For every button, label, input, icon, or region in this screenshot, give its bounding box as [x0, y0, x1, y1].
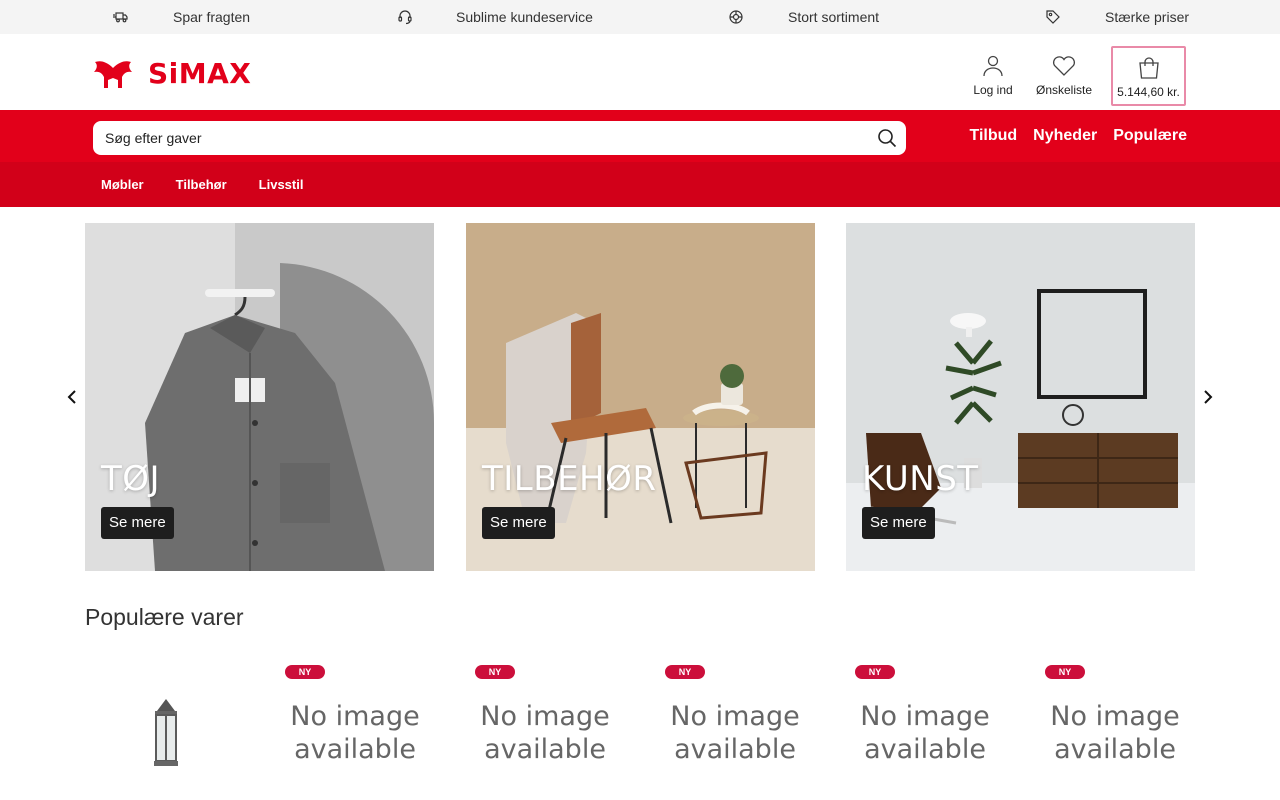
site-header: SiMAX Log ind Ønskeliste 5.144,60 kr. [0, 34, 1280, 110]
search-icon[interactable] [877, 128, 897, 148]
no-image-placeholder: No image available [670, 701, 800, 765]
cart-total: 5.144,60 kr. [1117, 85, 1180, 99]
usp-item-service: Sublime kundeservice [397, 0, 593, 34]
product-card[interactable]: NY No image available [855, 660, 1015, 800]
category-carousel: TØJ Se mere TILBEHØR Se mere KUNST Se me… [0, 223, 1280, 571]
no-image-placeholder: No image available [480, 701, 610, 765]
product-card[interactable]: NY No image available [1045, 660, 1205, 800]
carousel-tile-accessories[interactable]: TILBEHØR Se mere [466, 223, 815, 571]
cart-button[interactable]: 5.144,60 kr. [1111, 46, 1186, 106]
quick-link-offers[interactable]: Tilbud [969, 127, 1017, 145]
lantern-icon [154, 699, 178, 766]
headset-icon [397, 9, 413, 25]
new-badge: NY [1045, 665, 1085, 679]
search-box [93, 121, 906, 155]
usp-item-shipping: Spar fragten [112, 0, 250, 34]
quick-link-popular[interactable]: Populære [1113, 127, 1187, 145]
see-more-button[interactable]: Se mere [482, 507, 555, 539]
new-badge: NY [475, 665, 515, 679]
delivery-truck-icon [112, 9, 128, 25]
product-card[interactable]: NY No image available [475, 660, 635, 800]
search-input[interactable] [105, 130, 845, 146]
shopping-bag-icon [1135, 54, 1163, 82]
quick-link-news[interactable]: Nyheder [1033, 127, 1097, 145]
usp-label: Stort sortiment [788, 9, 880, 25]
carousel-prev-icon[interactable] [64, 388, 80, 406]
usp-label: Sublime kundeservice [456, 9, 593, 25]
wishlist-label: Ønskeliste [1035, 83, 1093, 97]
usp-item-assortment: Stort sortiment [728, 0, 879, 34]
heart-icon [1050, 52, 1078, 80]
login-button[interactable]: Log ind [970, 46, 1016, 106]
section-title-popular: Populære varer [85, 604, 244, 630]
brand-logo[interactable]: SiMAX [93, 58, 251, 90]
assortment-icon [728, 9, 744, 25]
lantern-product-image[interactable] [147, 697, 185, 769]
brand-name: SiMAX [148, 57, 252, 90]
login-label: Log ind [973, 83, 1013, 97]
user-icon [979, 52, 1007, 80]
moose-logo-icon [94, 61, 132, 88]
wishlist-button[interactable]: Ønskeliste [1035, 46, 1093, 106]
new-badge: NY [285, 665, 325, 679]
tile-title: KUNST [862, 459, 979, 499]
usp-item-prices: Stærke priser [1045, 0, 1189, 34]
category-nav: Møbler Tilbehør Livsstil [0, 162, 1280, 207]
usp-bar: Spar fragten Sublime kundeservice Stort … [0, 0, 1280, 34]
no-image-placeholder: No image available [1050, 701, 1180, 765]
nav-item-furniture[interactable]: Møbler [101, 177, 144, 192]
no-image-placeholder: No image available [860, 701, 990, 765]
product-card[interactable]: NY No image available [665, 660, 825, 800]
tile-title: TILBEHØR [482, 459, 657, 499]
see-more-button[interactable]: Se mere [101, 507, 174, 539]
see-more-button[interactable]: Se mere [862, 507, 935, 539]
search-band: Tilbud Nyheder Populære [0, 110, 1280, 162]
carousel-tile-clothing[interactable]: TØJ Se mere [85, 223, 434, 571]
nav-item-accessories[interactable]: Tilbehør [176, 177, 227, 192]
nav-item-lifestyle[interactable]: Livsstil [259, 177, 304, 192]
new-badge: NY [855, 665, 895, 679]
carousel-tile-art[interactable]: KUNST Se mere [846, 223, 1195, 571]
tile-title: TØJ [101, 459, 161, 499]
price-tag-icon [1045, 9, 1061, 25]
usp-label: Spar fragten [173, 9, 251, 25]
quick-links: Tilbud Nyheder Populære [969, 110, 1187, 162]
carousel-next-icon[interactable] [1200, 388, 1216, 406]
usp-label: Stærke priser [1105, 9, 1190, 25]
no-image-placeholder: No image available [290, 701, 420, 765]
new-badge: NY [665, 665, 705, 679]
product-card[interactable]: NY No image available [285, 660, 445, 800]
